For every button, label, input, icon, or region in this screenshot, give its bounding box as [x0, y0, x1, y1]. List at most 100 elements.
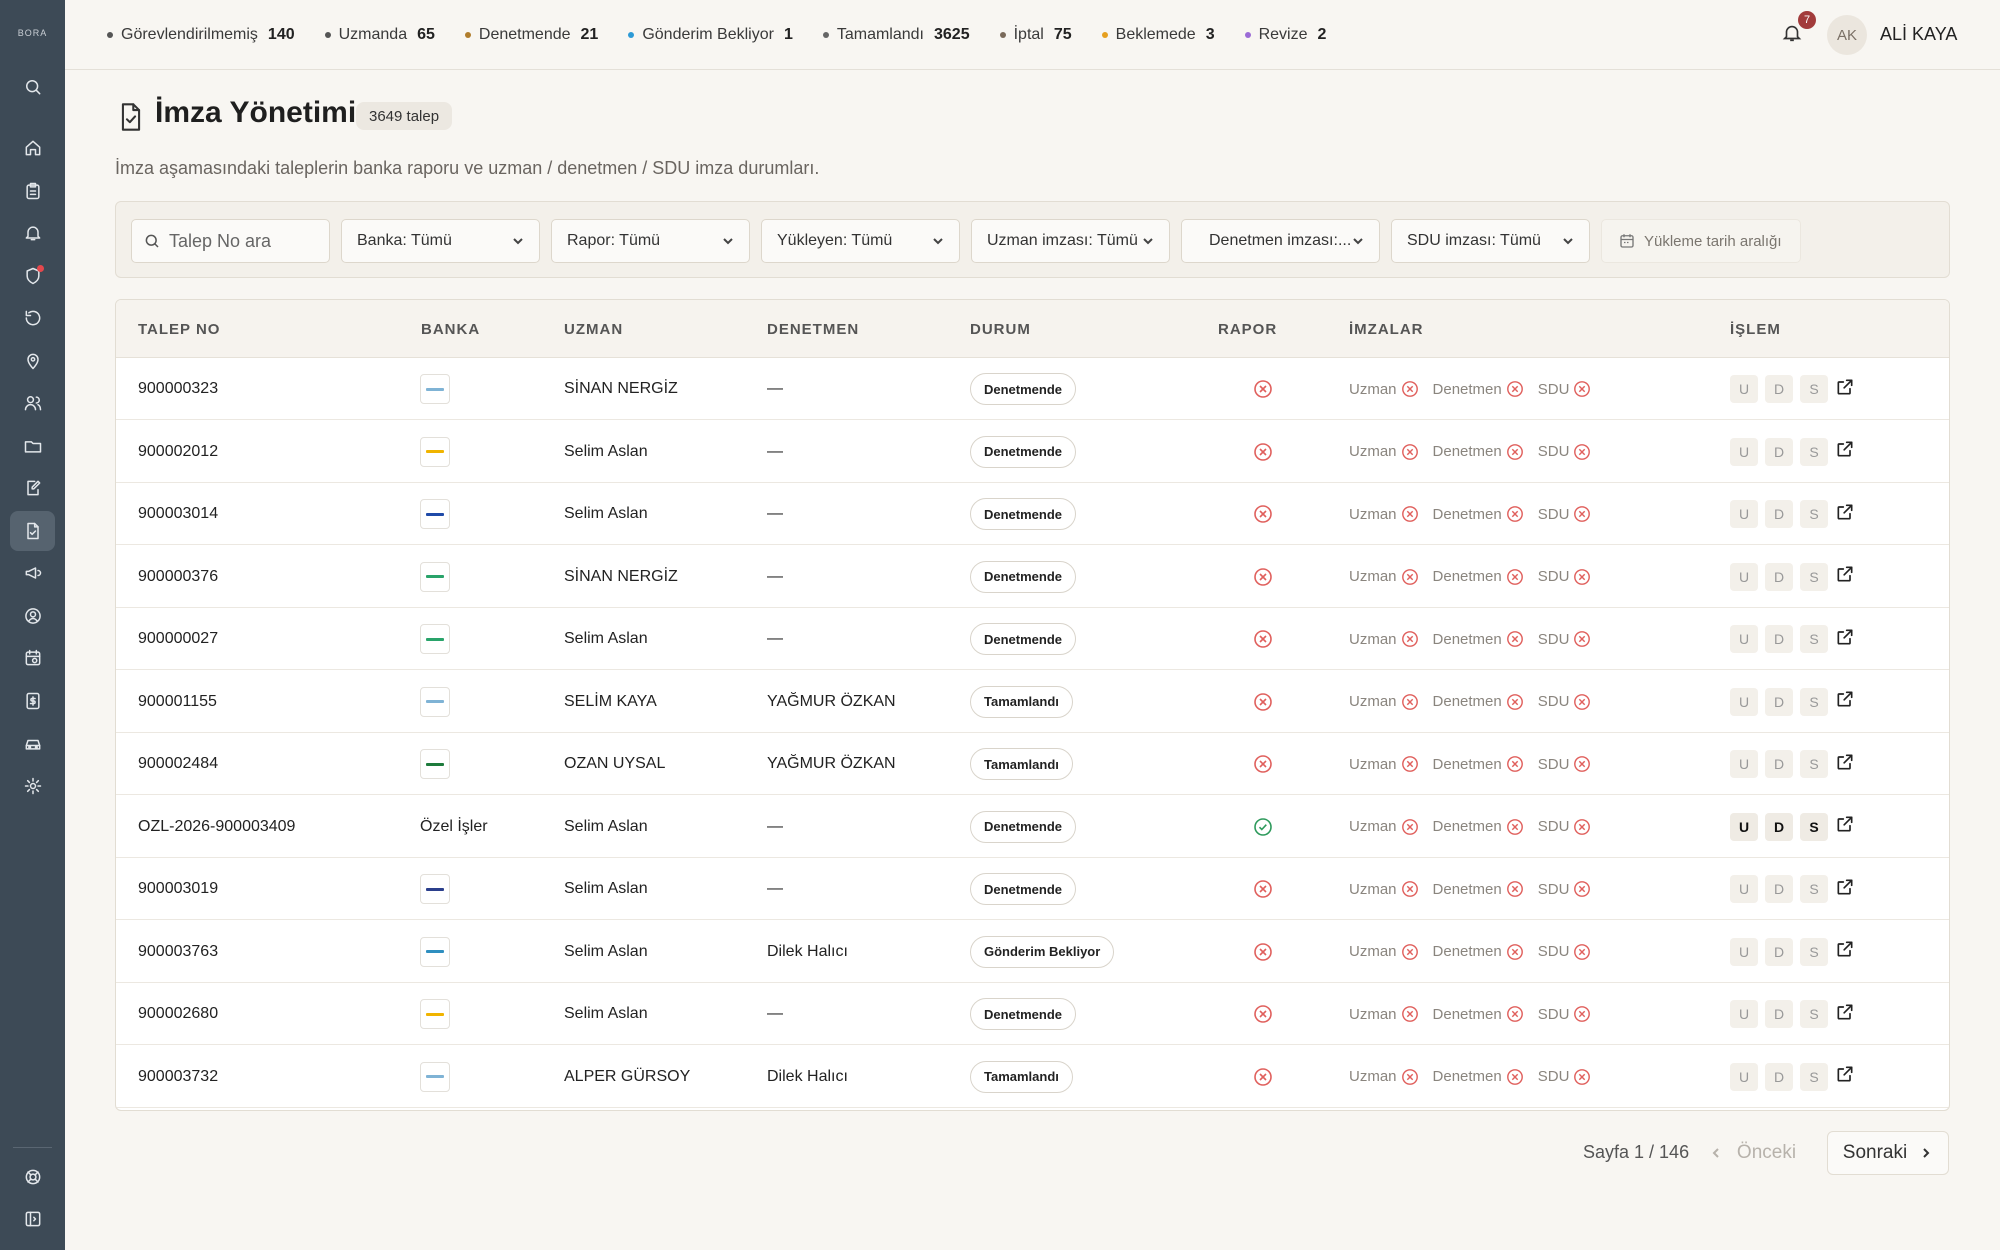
help-lifebuoy-icon[interactable]	[10, 1157, 55, 1197]
sign-uzman-button[interactable]: U	[1730, 562, 1758, 591]
col-talep-no[interactable]: TALEP NO	[138, 321, 220, 338]
sign-sdu-button[interactable]: S	[1800, 1062, 1828, 1091]
sign-sdu-button[interactable]: S	[1800, 437, 1828, 466]
signature-document-icon[interactable]	[10, 511, 55, 551]
invoice-icon[interactable]	[10, 681, 55, 721]
sign-uzman-button[interactable]: U	[1730, 687, 1758, 716]
sign-sdu-button[interactable]: S	[1800, 500, 1828, 528]
open-external-icon[interactable]	[1835, 752, 1855, 777]
talep-no[interactable]: 900000323	[138, 358, 218, 420]
open-external-icon[interactable]	[1835, 627, 1855, 652]
talep-no-search-input[interactable]	[169, 230, 309, 252]
talep-no[interactable]: 900003014	[138, 483, 218, 545]
sign-sdu-button[interactable]: S	[1800, 875, 1828, 903]
sign-sdu-button[interactable]: S	[1800, 812, 1828, 841]
sign-denetmen-button[interactable]: D	[1765, 437, 1793, 466]
talep-no[interactable]: 900000376	[138, 546, 218, 608]
calendar-clock-icon[interactable]	[10, 638, 55, 678]
sign-sdu-button[interactable]: S	[1800, 687, 1828, 716]
sign-denetmen-button[interactable]: D	[1765, 562, 1793, 591]
open-external-icon[interactable]	[1835, 1002, 1855, 1027]
user-name[interactable]: ALİ KAYA	[1880, 24, 1957, 45]
col-durum[interactable]: DURUM	[970, 321, 1031, 338]
open-external-icon[interactable]	[1835, 439, 1855, 464]
sign-denetmen-button[interactable]: D	[1765, 500, 1793, 528]
status-stat[interactable]: Gönderim Bekliyor 1	[628, 26, 793, 44]
talep-no[interactable]: OZL-2026-900003409	[138, 796, 295, 858]
car-icon[interactable]	[10, 723, 55, 763]
sign-denetmen-button[interactable]: D	[1765, 375, 1793, 403]
avatar[interactable]: AK	[1827, 15, 1867, 55]
table-row[interactable]: 900003732 ALPER GÜRSOY Dilek Halıcı Tamamla…	[116, 1046, 1949, 1108]
upload-date-range-picker[interactable]: Yükleme tarih aralığı	[1601, 219, 1801, 263]
sign-denetmen-button[interactable]: D	[1765, 1062, 1793, 1091]
sign-uzman-button[interactable]: U	[1730, 812, 1758, 841]
sign-uzman-button[interactable]: U	[1730, 375, 1758, 403]
table-row[interactable]: 900003019 Selim Aslan — Denetmende Uzman Dene…	[116, 858, 1949, 920]
sign-denetmen-button[interactable]: D	[1765, 625, 1793, 653]
location-icon[interactable]	[10, 341, 55, 381]
talep-no[interactable]: 900001155	[138, 671, 217, 733]
open-external-icon[interactable]	[1835, 564, 1855, 589]
col-islem[interactable]: İŞLEM	[1730, 321, 1781, 338]
talep-no[interactable]: 900003019	[138, 858, 218, 920]
sign-sdu-button[interactable]: S	[1800, 562, 1828, 591]
sign-denetmen-button[interactable]: D	[1765, 750, 1793, 778]
sign-uzman-button[interactable]: U	[1730, 1000, 1758, 1028]
status-stat[interactable]: Görevlendirilmemiş 140	[107, 26, 295, 44]
sign-denetmen-button[interactable]: D	[1765, 1000, 1793, 1028]
table-row[interactable]: 900002012 Selim Aslan — Denetmende Uzman Dene…	[116, 421, 1949, 483]
table-row[interactable]: 900002484 OZAN UYSAL YAĞMUR ÖZKAN Tamamland…	[116, 733, 1949, 795]
shield-icon[interactable]	[10, 256, 55, 296]
open-external-icon[interactable]	[1835, 377, 1855, 402]
table-row[interactable]: 900003763 Selim Aslan Dilek Halıcı Gönderim…	[116, 921, 1949, 983]
col-banka[interactable]: BANKA	[421, 321, 480, 338]
status-stat[interactable]: Tamamlandı 3625	[822, 26, 970, 44]
table-row[interactable]: 900001155 SELİM KAYA YAĞMUR ÖZKAN Tamamland…	[116, 671, 1949, 733]
sign-uzman-button[interactable]: U	[1730, 875, 1758, 903]
table-row[interactable]: 900003014 Selim Aslan — Denetmende Uzman Dene…	[116, 483, 1949, 545]
sign-uzman-button[interactable]: U	[1730, 625, 1758, 653]
table-row[interactable]: OZL-2026-900003409 Özel İşler Selim Aslan —…	[116, 796, 1949, 858]
table-row[interactable]: 900000323 SİNAN NERGİZ — Denetmende Uzman Den…	[116, 358, 1949, 420]
col-denetmen[interactable]: DENETMEN	[767, 321, 859, 338]
settings-gear-icon[interactable]	[10, 766, 55, 806]
auditor-signature-filter-select[interactable]: Denetmen imzası:...	[1181, 219, 1380, 263]
previous-page-button[interactable]: Önceki	[1700, 1131, 1805, 1175]
bank-filter-select[interactable]: Banka: Tümü	[341, 219, 540, 263]
status-stat[interactable]: Uzmanda 65	[324, 26, 435, 44]
report-filter-select[interactable]: Rapor: Tümü	[551, 219, 750, 263]
col-uzman[interactable]: UZMAN	[564, 321, 623, 338]
uploader-filter-select[interactable]: Yükleyen: Tümü	[761, 219, 960, 263]
talep-no[interactable]: 900002484	[138, 733, 218, 795]
sign-uzman-button[interactable]: U	[1730, 937, 1758, 966]
open-external-icon[interactable]	[1835, 1064, 1855, 1089]
sign-uzman-button[interactable]: U	[1730, 1062, 1758, 1091]
collapse-sidebar-icon[interactable]	[10, 1199, 55, 1239]
sign-denetmen-button[interactable]: D	[1765, 875, 1793, 903]
refresh-icon[interactable]	[10, 298, 55, 338]
sign-uzman-button[interactable]: U	[1730, 437, 1758, 466]
expert-signature-filter-select[interactable]: Uzman imzası: Tümü	[971, 219, 1170, 263]
sign-sdu-button[interactable]: S	[1800, 750, 1828, 778]
edit-document-icon[interactable]	[10, 468, 55, 508]
table-row[interactable]: 900002680 Selim Aslan — Denetmende Uzman Dene…	[116, 983, 1949, 1045]
talep-no[interactable]: 900003763	[138, 921, 218, 983]
talep-no[interactable]: 900003732	[138, 1046, 218, 1108]
next-page-button[interactable]: Sonraki	[1827, 1131, 1949, 1175]
status-stat[interactable]: Beklemede 3	[1101, 26, 1215, 44]
table-row[interactable]: 900000027 Selim Aslan — Denetmende Uzman Dene…	[116, 608, 1949, 670]
sign-sdu-button[interactable]: S	[1800, 937, 1828, 966]
sign-uzman-button[interactable]: U	[1730, 500, 1758, 528]
col-imzalar[interactable]: İMZALAR	[1349, 321, 1424, 338]
sdu-signature-filter-select[interactable]: SDU imzası: Tümü	[1391, 219, 1590, 263]
sign-denetmen-button[interactable]: D	[1765, 687, 1793, 716]
user-circle-icon[interactable]	[10, 596, 55, 636]
status-stat[interactable]: Revize 2	[1244, 26, 1326, 44]
home-icon[interactable]	[10, 128, 55, 168]
search-icon[interactable]	[10, 67, 55, 107]
status-stat[interactable]: Denetmende 21	[464, 26, 598, 44]
users-icon[interactable]	[10, 383, 55, 423]
sign-sdu-button[interactable]: S	[1800, 1000, 1828, 1028]
open-external-icon[interactable]	[1835, 689, 1855, 714]
